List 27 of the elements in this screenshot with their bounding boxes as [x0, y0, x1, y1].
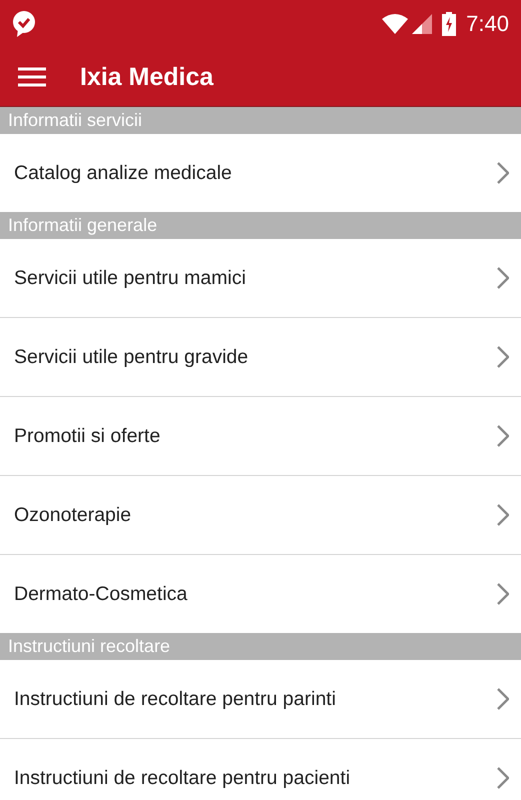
chevron-right-icon — [497, 688, 509, 710]
chevron-right-icon — [497, 346, 509, 368]
list-item[interactable]: Servicii utile pentru gravide — [0, 318, 521, 397]
chevron-right-icon — [497, 504, 509, 526]
status-time: 7:40 — [466, 11, 509, 37]
chevron-right-icon — [497, 767, 509, 789]
menu-button[interactable] — [18, 67, 46, 87]
chevron-right-icon — [497, 162, 509, 184]
chevron-right-icon — [497, 583, 509, 605]
chevron-right-icon — [497, 425, 509, 447]
app-title: Ixia Medica — [80, 62, 214, 92]
list-item[interactable]: Instructiuni de recoltare pentru parinti — [0, 660, 521, 739]
notification-chat-icon — [12, 11, 36, 37]
list-item[interactable]: Ozonoterapie — [0, 476, 521, 555]
list-item[interactable]: Servicii utile pentru mamici — [0, 239, 521, 318]
signal-icon — [412, 14, 432, 34]
list-item[interactable]: Promotii si oferte — [0, 397, 521, 476]
section-header: Informatii generale — [0, 212, 521, 239]
menu-icon — [18, 67, 46, 87]
list-item[interactable]: Catalog analize medicale — [0, 134, 521, 212]
section-header: Informatii servicii — [0, 107, 521, 134]
section-header: Instructiuni recoltare — [0, 633, 521, 660]
chevron-right-icon — [497, 267, 509, 289]
list-item[interactable]: Dermato-Cosmetica — [0, 555, 521, 633]
list-item[interactable]: Instructiuni de recoltare pentru pacienti — [0, 739, 521, 800]
wifi-icon — [382, 14, 408, 34]
battery-icon — [442, 12, 456, 36]
